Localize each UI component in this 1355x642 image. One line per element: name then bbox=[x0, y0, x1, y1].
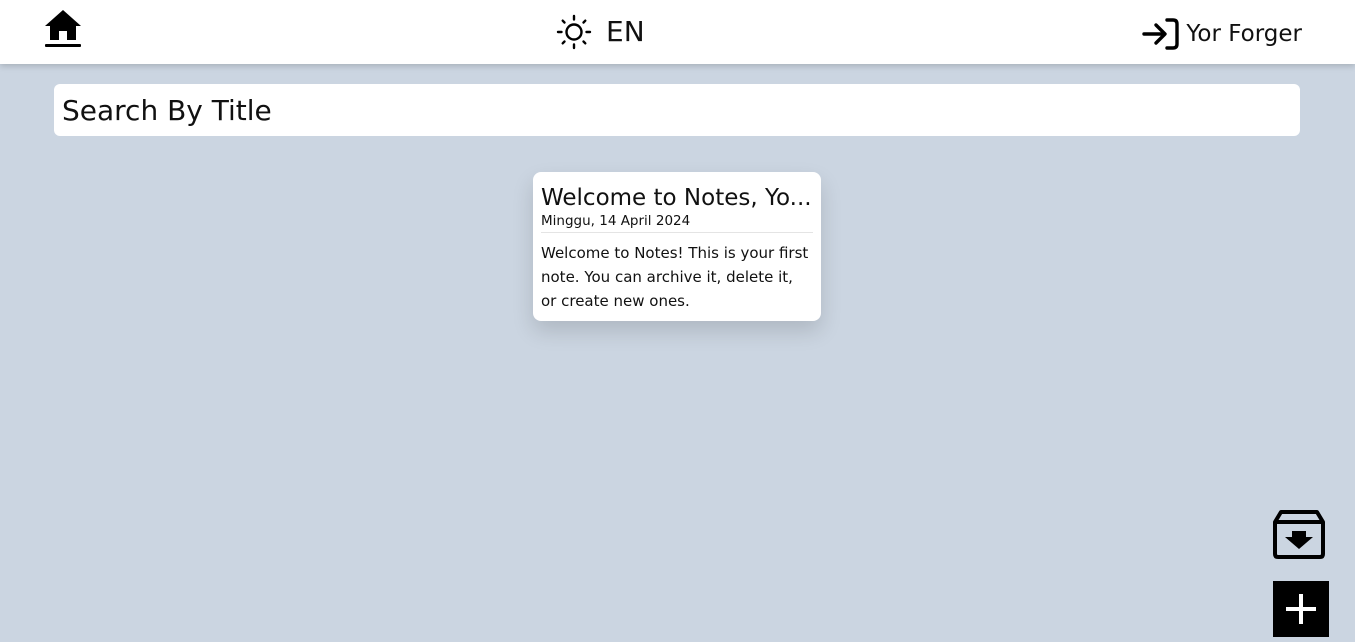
user-name: Yor Forger bbox=[1186, 21, 1302, 47]
note-date: Minggu, 14 April 2024 bbox=[541, 212, 813, 233]
language-toggle[interactable]: EN bbox=[606, 14, 645, 50]
archive-page-button[interactable] bbox=[1272, 508, 1326, 560]
home-button[interactable] bbox=[43, 9, 83, 49]
home-icon bbox=[45, 10, 81, 47]
note-card[interactable]: Welcome to Notes, Yo... Minggu, 14 April… bbox=[533, 172, 821, 321]
archive-icon bbox=[1273, 510, 1325, 559]
login-button[interactable]: Yor Forger bbox=[1142, 16, 1302, 52]
header-controls: EN bbox=[556, 14, 645, 50]
plus-icon bbox=[1286, 594, 1316, 624]
note-title[interactable]: Welcome to Notes, Yo... bbox=[541, 184, 813, 212]
sun-icon bbox=[556, 14, 592, 50]
add-note-button[interactable] bbox=[1273, 581, 1329, 637]
login-icon bbox=[1142, 18, 1180, 50]
note-body: Welcome to Notes! This is your first not… bbox=[541, 244, 809, 310]
top-navbar: EN Yor Forger bbox=[0, 0, 1355, 64]
theme-toggle-button[interactable] bbox=[556, 14, 592, 50]
search-input[interactable] bbox=[54, 84, 1300, 136]
